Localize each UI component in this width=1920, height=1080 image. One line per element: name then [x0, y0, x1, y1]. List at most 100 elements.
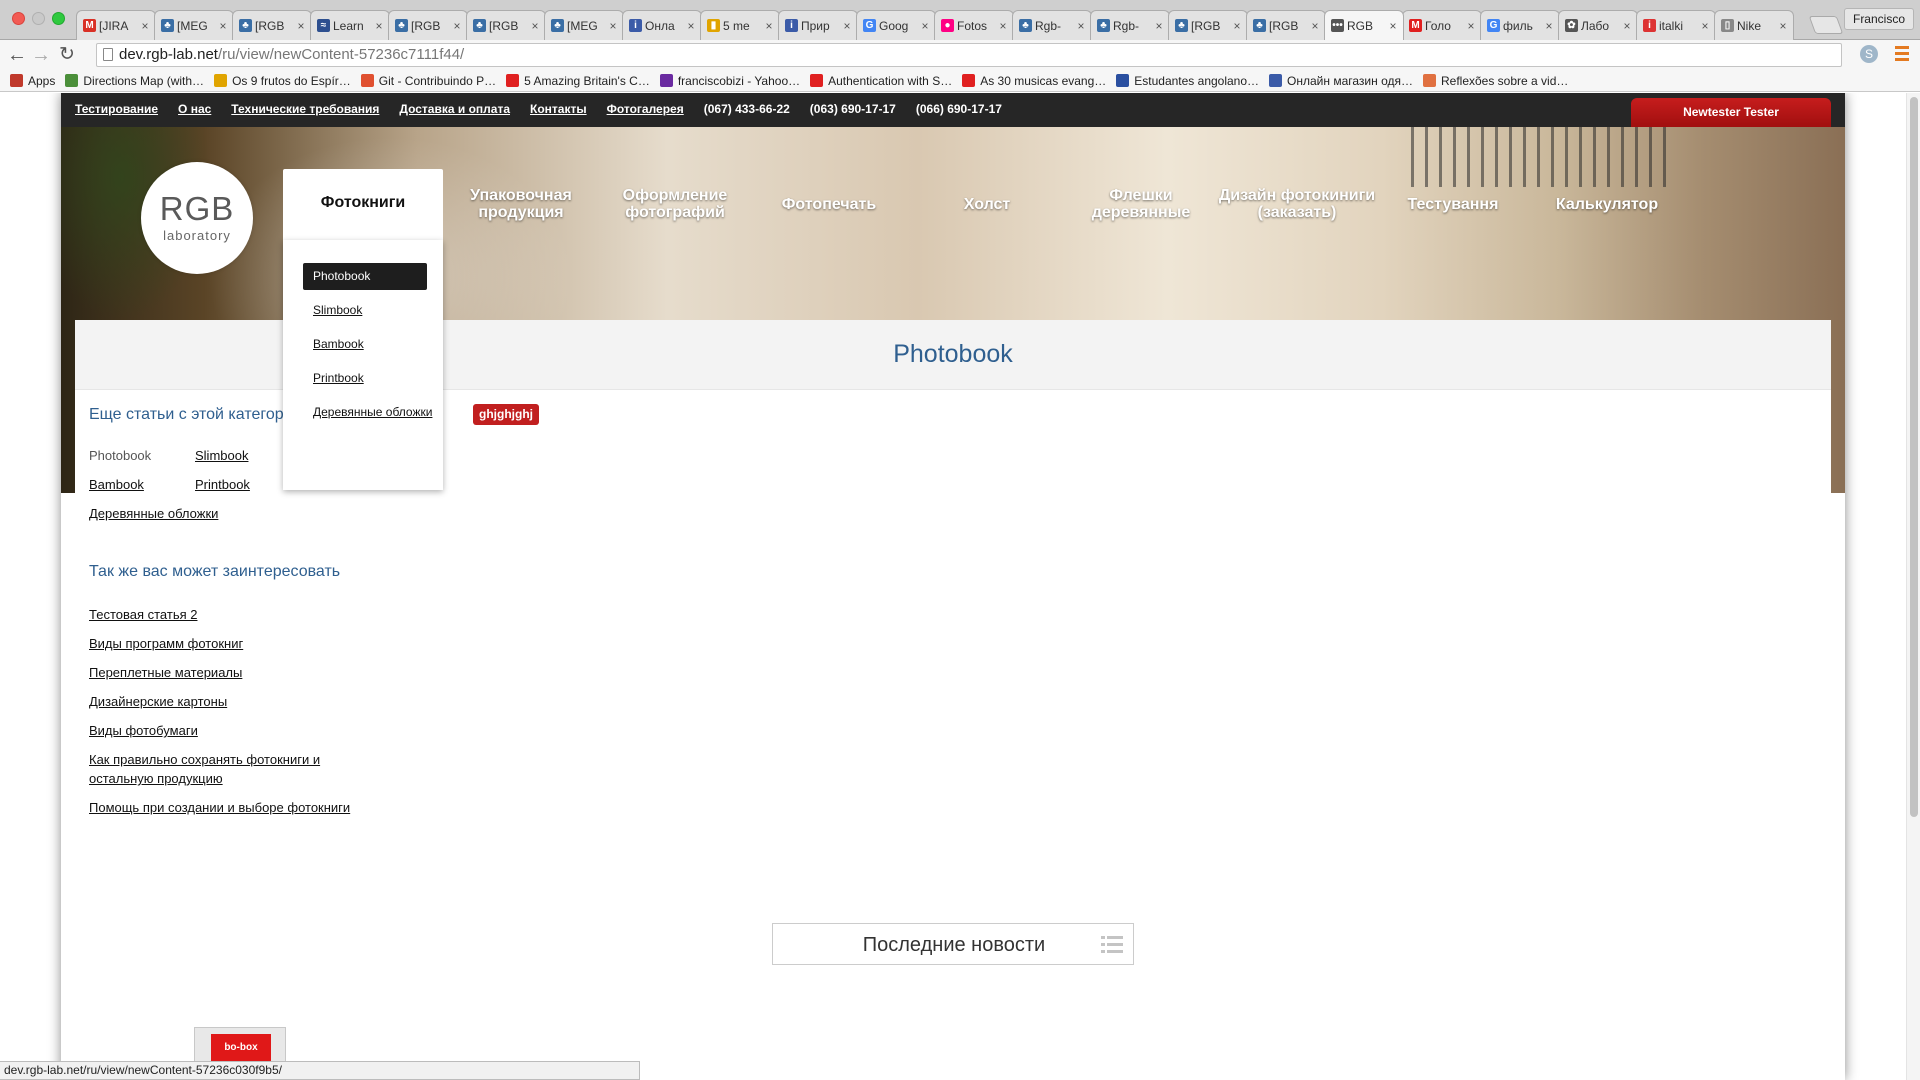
category-link-photobook[interactable]: Photobook — [89, 448, 151, 463]
window-zoom-button[interactable] — [52, 12, 65, 25]
bookmark-item[interactable]: Authentication with S… — [810, 74, 952, 88]
window-minimize-button[interactable] — [32, 12, 45, 25]
tab-close-icon[interactable]: × — [1543, 19, 1555, 33]
related-link[interactable]: Помощь при создании и выборе фотокниги — [89, 798, 359, 817]
category-link-printbook[interactable]: Printbook — [195, 477, 250, 492]
nav-item[interactable]: Флешки деревянные — [1061, 169, 1221, 239]
tab-close-icon[interactable]: × — [451, 19, 463, 33]
tab-close-icon[interactable]: × — [1465, 19, 1477, 33]
tag-badge[interactable]: ghjghjghj — [473, 404, 539, 425]
dropdown-item-wooden-covers[interactable]: Деревянные обложки — [303, 399, 432, 426]
category-link-wooden-covers[interactable]: Деревянные обложки — [89, 506, 218, 521]
tab-close-icon[interactable]: × — [295, 19, 307, 33]
related-link[interactable]: Дизайнерские картоны — [89, 692, 359, 711]
browser-tab[interactable]: ♣ Rgb- × — [1090, 10, 1170, 40]
bookmark-item[interactable]: As 30 musicas evang… — [962, 74, 1106, 88]
related-link[interactable]: Виды программ фотокниг — [89, 634, 359, 653]
browser-tab[interactable]: M Голо × — [1402, 10, 1482, 40]
forward-arrow-icon[interactable]: → — [30, 44, 52, 66]
related-link[interactable]: Переплетные материалы — [89, 663, 359, 682]
tab-close-icon[interactable]: × — [217, 19, 229, 33]
back-arrow-icon[interactable]: ← — [6, 44, 28, 66]
chrome-menu-icon[interactable] — [1895, 46, 1909, 62]
tab-close-icon[interactable]: × — [685, 19, 697, 33]
top-link[interactable]: Тестирование — [75, 102, 158, 116]
browser-tab[interactable]: ♣ [MEG × — [154, 10, 234, 40]
skype-extension-icon[interactable]: S — [1860, 45, 1878, 63]
dropdown-item-slimbook[interactable]: Slimbook — [303, 297, 427, 324]
bookmark-item[interactable]: 5 Amazing Britain's C… — [506, 74, 650, 88]
nav-item[interactable]: Тестування — [1373, 169, 1533, 239]
browser-tab[interactable]: G Goog × — [856, 10, 936, 40]
nav-item[interactable]: Оформление фотографий — [595, 169, 755, 239]
tab-close-icon[interactable]: × — [607, 19, 619, 33]
browser-tab[interactable]: Gфиль × — [1480, 10, 1560, 40]
browser-tab[interactable]: ••• RGB × — [1324, 10, 1404, 40]
browser-tab[interactable]: i Онла × — [622, 10, 702, 40]
browser-tab[interactable]: ● Fotos × — [934, 10, 1014, 40]
bookmark-item[interactable]: Apps — [10, 74, 55, 88]
nav-item[interactable]: Дизайн фотокиниги (заказать) — [1217, 169, 1377, 239]
latest-news-button[interactable]: Последние новости — [772, 923, 1134, 965]
top-link[interactable]: Доставка и оплата — [399, 102, 510, 116]
tab-close-icon[interactable]: × — [763, 19, 775, 33]
scrollbar-thumb[interactable] — [1910, 97, 1918, 817]
tab-close-icon[interactable]: × — [1387, 19, 1399, 33]
browser-tab[interactable]: i Прир × — [778, 10, 858, 40]
bookmark-item[interactable]: Git - Contribuindo P… — [360, 74, 496, 88]
browser-tab[interactable]: ♣ [MEG × — [544, 10, 624, 40]
reload-icon[interactable]: ↻ — [56, 44, 78, 66]
browser-tab[interactable]: ≈ Learn × — [310, 10, 390, 40]
browser-tab[interactable]: ✿ Лабо × — [1558, 10, 1638, 40]
user-account-button[interactable]: Newtester Tester — [1631, 98, 1831, 127]
top-link[interactable]: Контакты — [530, 102, 587, 116]
browser-tab[interactable]: ♣ [RGB × — [466, 10, 546, 40]
new-tab-button[interactable] — [1808, 16, 1844, 34]
category-link-slimbook[interactable]: Slimbook — [195, 448, 248, 463]
browser-tab[interactable]: M [JIRA × — [76, 10, 156, 40]
browser-tab[interactable]: i italki × — [1636, 10, 1716, 40]
page-scrollbar[interactable] — [1906, 93, 1920, 1080]
tab-close-icon[interactable]: × — [1231, 19, 1243, 33]
bookmark-item[interactable]: Os 9 frutos do Espír… — [214, 74, 351, 88]
tab-close-icon[interactable]: × — [1153, 19, 1165, 33]
bookmark-item[interactable]: Онлайн магазин одя… — [1269, 74, 1413, 88]
nav-item[interactable]: Фотопечать — [749, 169, 909, 239]
top-link[interactable]: Технические требования — [231, 102, 379, 116]
nav-item[interactable]: Фотокниги — [283, 169, 443, 246]
bookmark-item[interactable]: Reflexões sobre a vid… — [1422, 74, 1568, 88]
browser-tab[interactable]: ♣ [RGB × — [232, 10, 312, 40]
window-close-button[interactable] — [12, 12, 25, 25]
tab-close-icon[interactable]: × — [1309, 19, 1321, 33]
tab-close-icon[interactable]: × — [373, 19, 385, 33]
browser-tab[interactable]: ♣ [RGB × — [1246, 10, 1326, 40]
nav-item[interactable]: Холст — [907, 169, 1067, 239]
tab-close-icon[interactable]: × — [919, 19, 931, 33]
profile-button[interactable]: Francisco — [1843, 8, 1914, 30]
dropdown-item-bambook[interactable]: Bambook — [303, 331, 427, 358]
nav-item[interactable]: Калькулятор — [1527, 169, 1687, 239]
bookmark-item[interactable]: franciscobizi - Yahoo… — [659, 74, 800, 88]
address-bar[interactable]: dev.rgb-lab.net/ru/view/newContent-57236… — [96, 43, 1842, 67]
top-link[interactable]: О нас — [178, 102, 211, 116]
tab-close-icon[interactable]: × — [1621, 19, 1633, 33]
tab-close-icon[interactable]: × — [1075, 19, 1087, 33]
tab-close-icon[interactable]: × — [841, 19, 853, 33]
nav-item[interactable]: Упаковочная продукция — [441, 169, 601, 239]
bookmark-item[interactable]: Estudantes angolano… — [1116, 74, 1259, 88]
dropdown-item-printbook[interactable]: Printbook — [303, 365, 427, 392]
browser-tab[interactable]: ▯ Nike × — [1714, 10, 1794, 40]
dropdown-item-photobook[interactable]: Photobook — [303, 263, 427, 290]
browser-tab[interactable]: ♣ Rgb- × — [1012, 10, 1092, 40]
top-link[interactable]: Фотогалерея — [607, 102, 684, 116]
tab-close-icon[interactable]: × — [529, 19, 541, 33]
related-link[interactable]: Как правильно сохранять фотокниги и оста… — [89, 750, 359, 788]
browser-tab[interactable]: ♣ [RGB × — [388, 10, 468, 40]
bookmark-item[interactable]: Directions Map (with… — [65, 74, 204, 88]
category-link-bambook[interactable]: Bambook — [89, 477, 144, 492]
browser-tab[interactable]: ▮ 5 me × — [700, 10, 780, 40]
tab-close-icon[interactable]: × — [139, 19, 151, 33]
related-link[interactable]: Тестовая статья 2 — [89, 605, 359, 624]
tab-close-icon[interactable]: × — [1777, 19, 1789, 33]
browser-tab[interactable]: ♣ [RGB × — [1168, 10, 1248, 40]
